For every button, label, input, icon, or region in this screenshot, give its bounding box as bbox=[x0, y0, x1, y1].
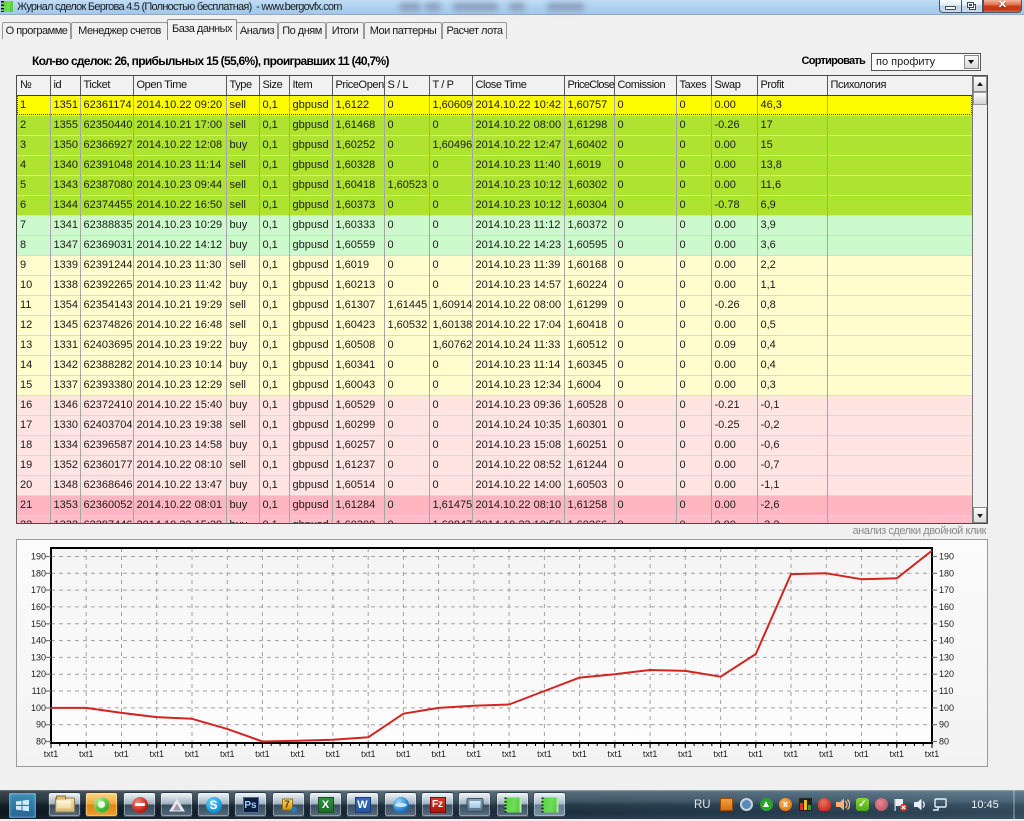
svg-text:txt1: txt1 bbox=[643, 749, 658, 759]
svg-text:txt1: txt1 bbox=[114, 749, 129, 759]
svg-text:txt1: txt1 bbox=[925, 749, 940, 759]
svg-text:txt1: txt1 bbox=[185, 749, 200, 759]
svg-text:txt1: txt1 bbox=[149, 749, 164, 759]
svg-text:170: 170 bbox=[31, 585, 46, 595]
svg-text:txt1: txt1 bbox=[290, 749, 305, 759]
svg-text:txt1: txt1 bbox=[537, 749, 552, 759]
svg-text:txt1: txt1 bbox=[784, 749, 799, 759]
svg-text:130: 130 bbox=[939, 652, 954, 662]
svg-text:txt1: txt1 bbox=[44, 749, 59, 759]
svg-text:190: 190 bbox=[939, 552, 954, 562]
svg-text:100: 100 bbox=[31, 703, 46, 713]
svg-text:txt1: txt1 bbox=[326, 749, 341, 759]
svg-text:90: 90 bbox=[939, 720, 949, 730]
svg-text:130: 130 bbox=[31, 652, 46, 662]
svg-text:txt1: txt1 bbox=[608, 749, 623, 759]
svg-text:140: 140 bbox=[31, 636, 46, 646]
svg-text:180: 180 bbox=[31, 568, 46, 578]
svg-text:110: 110 bbox=[939, 686, 953, 696]
svg-text:txt1: txt1 bbox=[572, 749, 587, 759]
svg-text:180: 180 bbox=[939, 568, 954, 578]
svg-text:txt1: txt1 bbox=[361, 749, 376, 759]
svg-text:100: 100 bbox=[939, 703, 954, 713]
svg-text:txt1: txt1 bbox=[396, 749, 411, 759]
svg-text:txt1: txt1 bbox=[431, 749, 446, 759]
svg-text:txt1: txt1 bbox=[220, 749, 235, 759]
svg-text:160: 160 bbox=[31, 602, 46, 612]
svg-text:190: 190 bbox=[31, 552, 46, 562]
svg-text:110: 110 bbox=[32, 686, 46, 696]
svg-text:txt1: txt1 bbox=[890, 749, 905, 759]
svg-text:140: 140 bbox=[939, 636, 954, 646]
svg-text:170: 170 bbox=[939, 585, 954, 595]
svg-text:txt1: txt1 bbox=[713, 749, 728, 759]
svg-text:txt1: txt1 bbox=[467, 749, 482, 759]
svg-text:txt1: txt1 bbox=[819, 749, 834, 759]
svg-text:txt1: txt1 bbox=[854, 749, 869, 759]
svg-text:150: 150 bbox=[939, 619, 954, 629]
svg-text:80: 80 bbox=[36, 737, 46, 747]
svg-text:90: 90 bbox=[36, 720, 46, 730]
svg-text:150: 150 bbox=[31, 619, 46, 629]
svg-text:txt1: txt1 bbox=[502, 749, 517, 759]
svg-text:120: 120 bbox=[939, 669, 954, 679]
svg-text:160: 160 bbox=[939, 602, 954, 612]
svg-text:120: 120 bbox=[31, 669, 46, 679]
svg-text:80: 80 bbox=[939, 737, 949, 747]
svg-text:txt1: txt1 bbox=[79, 749, 94, 759]
svg-text:txt1: txt1 bbox=[678, 749, 693, 759]
svg-text:txt1: txt1 bbox=[749, 749, 764, 759]
svg-text:txt1: txt1 bbox=[255, 749, 270, 759]
